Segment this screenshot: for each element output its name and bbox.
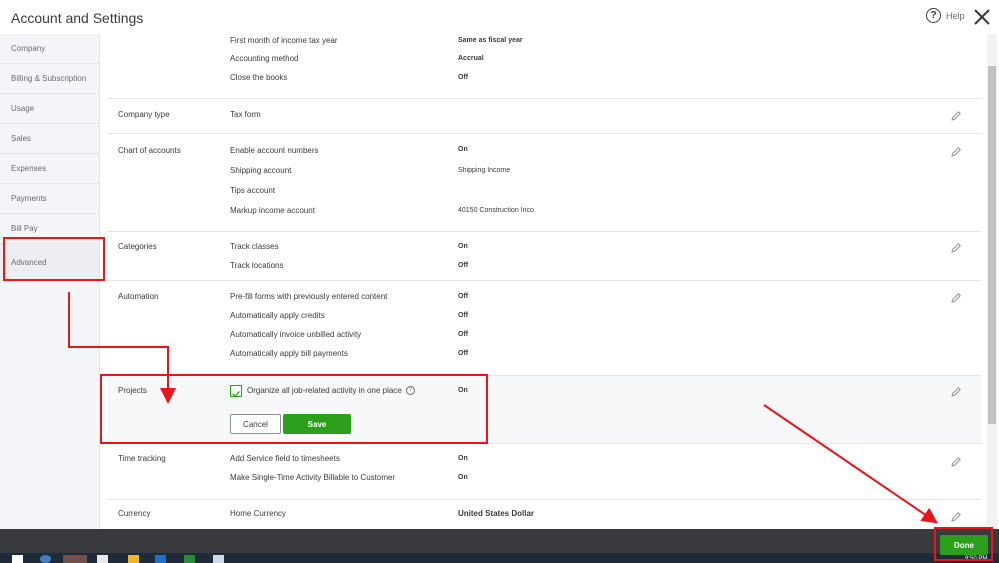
row-label: Automatically apply credits bbox=[230, 311, 325, 320]
section-label: Projects bbox=[118, 386, 147, 395]
row-value: Off bbox=[458, 74, 469, 81]
row-value: Off bbox=[458, 312, 469, 319]
row-label: Track classes bbox=[230, 242, 279, 251]
row-label: First month of income tax year bbox=[230, 36, 338, 45]
section-label: Chart of accounts bbox=[118, 146, 181, 155]
section-categories[interactable]: Categories Track classes On Track locati… bbox=[107, 232, 982, 281]
pencil-icon[interactable] bbox=[950, 292, 962, 304]
sidebar-item-advanced[interactable]: Advanced bbox=[0, 244, 99, 282]
row-label: Automatically apply bill payments bbox=[230, 349, 348, 358]
content-scrollbar[interactable] bbox=[987, 34, 997, 529]
pencil-icon[interactable] bbox=[950, 110, 962, 122]
row-label: Tax form bbox=[230, 110, 261, 119]
outlook-icon[interactable] bbox=[155, 555, 166, 563]
section-chart-of-accounts[interactable]: Chart of accounts Enable account numbers… bbox=[107, 134, 982, 232]
section-currency[interactable]: Currency Home Currency United States Dol… bbox=[107, 500, 982, 529]
row-value: On bbox=[458, 387, 468, 394]
done-button[interactable]: Done bbox=[940, 535, 988, 555]
row-label: Shipping account bbox=[230, 166, 292, 175]
scrollbar-thumb[interactable] bbox=[988, 66, 996, 424]
row-value: Off bbox=[458, 293, 469, 300]
dialog-header: Account and Settings ? Help bbox=[0, 0, 999, 34]
app-icon[interactable] bbox=[97, 555, 108, 563]
taskbar-clock: 9:50 PM bbox=[965, 556, 988, 562]
chrome-icon[interactable] bbox=[63, 555, 87, 563]
row-value: Same as fiscal year bbox=[458, 37, 523, 44]
section-time-tracking[interactable]: Time tracking Add Service field to times… bbox=[107, 444, 982, 500]
row-label: Make Single-Time Activity Billable to Cu… bbox=[230, 473, 396, 482]
row-value: 40150 Construction Inco bbox=[458, 207, 534, 214]
organize-projects-checkbox[interactable] bbox=[230, 385, 242, 398]
row-label: Automatically invoice unbilled activity bbox=[230, 330, 362, 339]
sidebar-item-usage[interactable]: Usage bbox=[0, 94, 99, 124]
pencil-icon[interactable] bbox=[950, 242, 962, 254]
row-label: Markup income account bbox=[230, 206, 315, 215]
section-label: Currency bbox=[118, 509, 151, 518]
close-icon[interactable] bbox=[973, 8, 991, 26]
windows-start-icon[interactable] bbox=[12, 555, 23, 563]
row-label: Enable account numbers bbox=[230, 146, 319, 155]
row-label: Accounting method bbox=[230, 54, 299, 63]
pencil-icon[interactable] bbox=[950, 456, 962, 468]
checkmark-icon bbox=[232, 391, 240, 398]
section-projects: Projects Organize all job-related activi… bbox=[107, 376, 982, 444]
row-label: Track locations bbox=[230, 261, 284, 270]
row-value: On bbox=[458, 455, 468, 462]
checkbox-label: Organize all job-related activity in one… bbox=[247, 386, 415, 396]
section-company-type[interactable]: Company type Tax form bbox=[107, 99, 982, 134]
row-value: On bbox=[458, 146, 468, 153]
sidebar-item-payments[interactable]: Payments bbox=[0, 184, 99, 214]
row-value: On bbox=[458, 243, 468, 250]
sidebar-item-billing[interactable]: Billing & Subscription bbox=[0, 64, 99, 94]
row-label: Add Service field to timesheets bbox=[230, 454, 340, 463]
browser-icon[interactable] bbox=[40, 555, 51, 563]
pencil-icon[interactable] bbox=[950, 511, 962, 523]
section-label: Company type bbox=[118, 110, 170, 119]
help-link[interactable]: ? Help bbox=[926, 8, 965, 23]
section-label: Categories bbox=[118, 242, 157, 251]
row-value: Accrual bbox=[458, 55, 484, 62]
settings-content: First month of income tax year Same as f… bbox=[107, 34, 982, 529]
section-label: Time tracking bbox=[118, 454, 166, 463]
row-label: Pre-fill forms with previously entered c… bbox=[230, 292, 388, 301]
sidebar-item-sales[interactable]: Sales bbox=[0, 124, 99, 154]
row-value: Off bbox=[458, 262, 469, 269]
page-title: Account and Settings bbox=[11, 10, 144, 26]
row-label: Tips account bbox=[230, 186, 276, 195]
app-icon[interactable] bbox=[128, 555, 139, 563]
section-accounting: First month of income tax year Same as f… bbox=[107, 34, 982, 99]
help-icon[interactable]: ? bbox=[405, 386, 415, 396]
help-label: Help bbox=[946, 10, 965, 21]
row-value: United States Dollar bbox=[458, 509, 535, 518]
sidebar-item-expenses[interactable]: Expenses bbox=[0, 154, 99, 184]
row-value: Off bbox=[458, 350, 469, 357]
app-icon[interactable] bbox=[213, 555, 224, 563]
sidebar-item-bill-pay[interactable]: Bill Pay bbox=[0, 214, 99, 244]
section-automation[interactable]: Automation Pre-fill forms with previousl… bbox=[107, 281, 982, 376]
row-value: Shipping Income bbox=[458, 167, 511, 174]
section-label: Automation bbox=[118, 292, 159, 301]
row-value: On bbox=[458, 474, 468, 481]
cancel-button[interactable]: Cancel bbox=[230, 414, 281, 434]
sidebar-item-company[interactable]: Company bbox=[0, 34, 99, 64]
row-label: Home Currency bbox=[230, 509, 287, 518]
pencil-icon[interactable] bbox=[950, 386, 962, 398]
excel-icon[interactable] bbox=[184, 555, 195, 563]
help-icon: ? bbox=[926, 8, 941, 23]
save-button[interactable]: Save bbox=[283, 414, 351, 434]
settings-sidebar: Company Billing & Subscription Usage Sal… bbox=[0, 34, 100, 529]
pencil-icon[interactable] bbox=[950, 146, 962, 158]
os-taskbar bbox=[0, 553, 999, 563]
row-value: Off bbox=[458, 331, 469, 338]
row-label: Close the books bbox=[230, 73, 288, 82]
organize-projects-label: Organize all job-related activity in one… bbox=[247, 386, 402, 395]
